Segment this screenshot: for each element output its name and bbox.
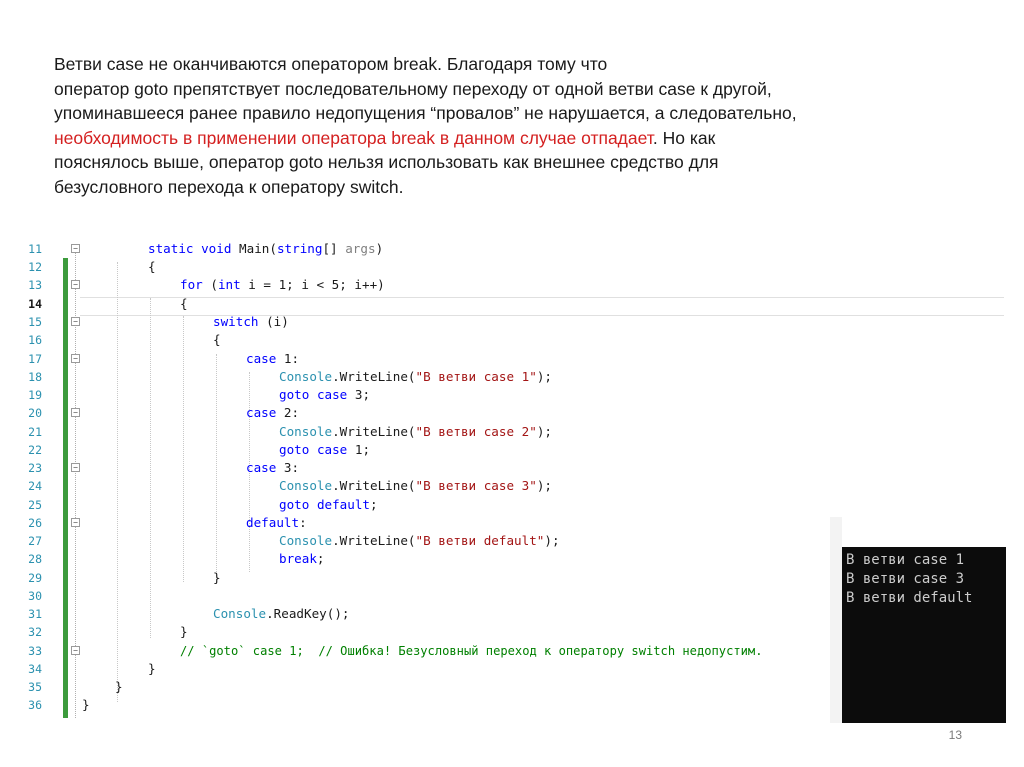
indent-guide bbox=[117, 262, 118, 702]
code-line-11: static void Main(string[] args) bbox=[148, 241, 384, 256]
line-number: 31 bbox=[28, 607, 42, 621]
console-line-1: В ветви case 1 bbox=[846, 552, 965, 568]
line-number: 26 bbox=[28, 516, 42, 530]
line-number: 19 bbox=[28, 388, 42, 402]
highlighted-text: необходимость в применении оператора bre… bbox=[54, 127, 653, 148]
paragraph-line-4: необходимость в применении оператора bre… bbox=[54, 126, 974, 151]
paragraph-line-5: пояснялось выше, оператор goto нельзя ис… bbox=[54, 152, 719, 172]
code-line-27: Console.WriteLine("В ветви default"); bbox=[279, 533, 560, 548]
line-number: 21 bbox=[28, 425, 42, 439]
code-line-14: { bbox=[180, 296, 188, 311]
code-line-35: } bbox=[115, 679, 123, 694]
line-number: 18 bbox=[28, 370, 42, 384]
code-line-21: Console.WriteLine("В ветви case 2"); bbox=[279, 424, 552, 439]
line-number: 17 bbox=[28, 352, 42, 366]
code-line-18: Console.WriteLine("В ветви case 1"); bbox=[279, 369, 552, 384]
line-number: 29 bbox=[28, 571, 42, 585]
line-number: 32 bbox=[28, 625, 42, 639]
code-line-16: { bbox=[213, 332, 221, 347]
collapse-icon[interactable]: − bbox=[71, 518, 80, 527]
line-number-current: 14 bbox=[28, 297, 42, 311]
line-number: 28 bbox=[28, 552, 42, 566]
paragraph-line-3: упоминавшееся ранее правило недопущения … bbox=[54, 103, 797, 123]
line-number: 15 bbox=[28, 315, 42, 329]
collapse-icon[interactable]: − bbox=[71, 354, 80, 363]
code-line-32: } bbox=[180, 624, 188, 639]
code-line-13: for (int i = 1; i < 5; i++) bbox=[180, 277, 385, 292]
line-number: 35 bbox=[28, 680, 42, 694]
line-number: 11 bbox=[28, 242, 42, 256]
console-panel-edge bbox=[830, 517, 842, 723]
line-number: 27 bbox=[28, 534, 42, 548]
code-line-28: break; bbox=[279, 551, 325, 566]
indent-guide bbox=[183, 316, 184, 582]
paragraph-line-2: оператор goto препятствует последователь… bbox=[54, 78, 772, 99]
code-line-36: } bbox=[82, 697, 90, 712]
console-line-2: В ветви case 3 bbox=[846, 571, 965, 587]
code-line-15: switch (i) bbox=[213, 314, 289, 329]
explanation-paragraph: Ветви case не оканчиваются оператором br… bbox=[54, 52, 974, 199]
code-line-24: Console.WriteLine("В ветви case 3"); bbox=[279, 478, 552, 493]
line-number: 20 bbox=[28, 406, 42, 420]
paragraph-line-4-rest: . Но как bbox=[652, 127, 716, 148]
code-line-25: goto default; bbox=[279, 497, 378, 512]
change-indicator-bar bbox=[63, 258, 68, 718]
line-number: 12 bbox=[28, 260, 42, 274]
indent-guide bbox=[216, 354, 217, 582]
code-line-12: { bbox=[148, 259, 156, 274]
collapse-icon[interactable]: − bbox=[71, 244, 80, 253]
code-line-17: case 1: bbox=[246, 351, 300, 366]
collapse-icon[interactable]: − bbox=[71, 280, 80, 289]
collapse-icon[interactable]: − bbox=[71, 408, 80, 417]
code-line-23: case 3: bbox=[246, 460, 300, 475]
line-number: 22 bbox=[28, 443, 42, 457]
code-line-20: case 2: bbox=[246, 405, 300, 420]
code-line-31: Console.ReadKey(); bbox=[213, 606, 350, 621]
console-line-3: В ветви default bbox=[846, 590, 973, 606]
collapse-icon[interactable]: − bbox=[71, 646, 80, 655]
slide-number: 13 bbox=[948, 728, 962, 742]
code-line-34: } bbox=[148, 661, 156, 676]
line-number: 23 bbox=[28, 461, 42, 475]
code-line-22: goto case 1; bbox=[279, 442, 371, 457]
paragraph-line-6: безусловного перехода к оператору switch… bbox=[54, 176, 404, 197]
line-number: 24 bbox=[28, 479, 42, 493]
collapse-icon[interactable]: − bbox=[71, 317, 80, 326]
line-number: 25 bbox=[28, 498, 42, 512]
code-line-29: } bbox=[213, 570, 221, 585]
line-number: 13 bbox=[28, 278, 42, 292]
line-number: 30 bbox=[28, 589, 42, 603]
console-output-window: В ветви case 1 В ветви case 3 В ветви de… bbox=[842, 547, 1006, 723]
line-number: 34 bbox=[28, 662, 42, 676]
line-number: 36 bbox=[28, 698, 42, 712]
collapse-icon[interactable]: − bbox=[71, 463, 80, 472]
indent-guide bbox=[150, 298, 151, 638]
paragraph-line-1: Ветви case не оканчиваются оператором br… bbox=[54, 54, 608, 74]
code-line-33-comment: // `goto` case 1; // Ошибка! Безусловный… bbox=[180, 644, 763, 658]
code-line-19: goto case 3; bbox=[279, 387, 371, 402]
code-line-26: default: bbox=[246, 515, 307, 530]
line-number: 33 bbox=[28, 644, 42, 658]
line-number: 16 bbox=[28, 333, 42, 347]
